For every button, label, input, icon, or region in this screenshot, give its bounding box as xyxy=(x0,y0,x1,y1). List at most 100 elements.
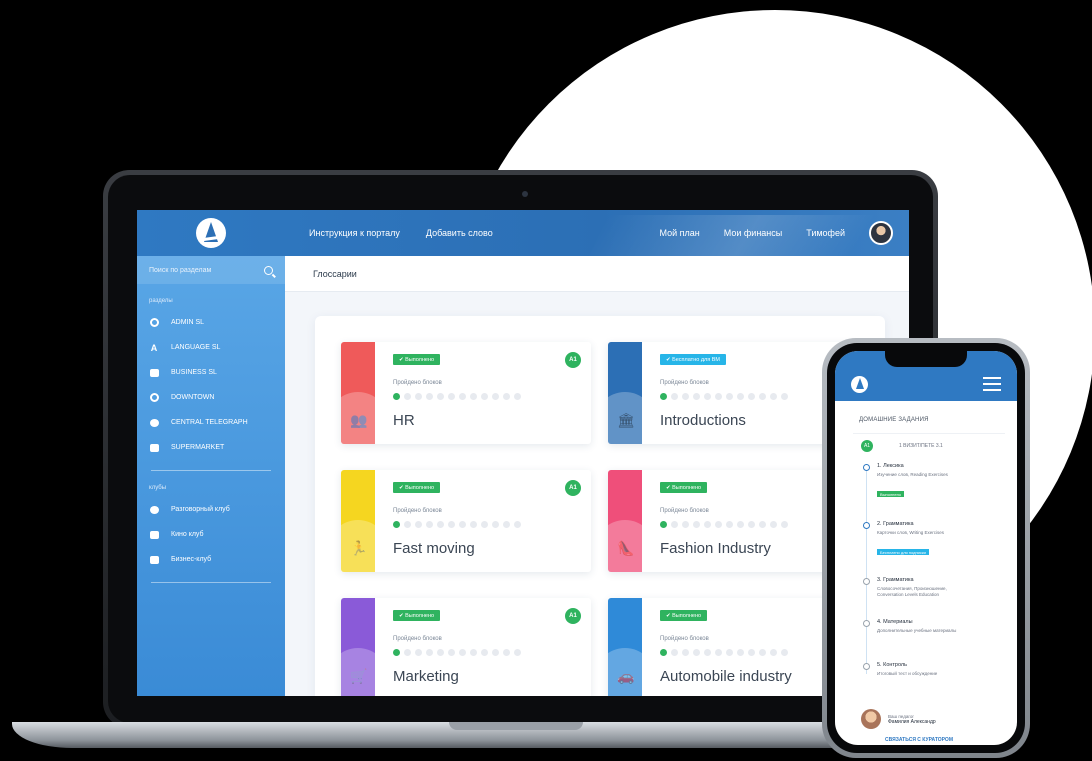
progress-label: Пройдено блоков xyxy=(393,508,442,514)
progress-dot xyxy=(737,393,744,400)
nav-link-finances[interactable]: Мои финансы xyxy=(724,228,782,238)
progress-dot xyxy=(748,649,755,656)
progress-dot xyxy=(459,649,466,656)
sidebar-item-language-sl[interactable]: A LANGUAGE SL xyxy=(137,335,285,360)
progress-dot xyxy=(671,649,678,656)
step-title: 5. Контроль xyxy=(877,662,908,668)
progress-dot xyxy=(426,649,433,656)
search-icon[interactable] xyxy=(264,265,273,275)
progress-dot xyxy=(726,521,733,528)
status-badge: ✔ Выполнено xyxy=(660,482,708,493)
people-icon: 👥 xyxy=(350,412,368,428)
car-icon: 🚗 xyxy=(617,668,635,684)
card-title: Fashion Industry xyxy=(660,540,771,557)
progress-label: Пройдено блоков xyxy=(393,636,442,642)
timeline-dot xyxy=(863,663,870,670)
step-text: Карточки слов, Writing Exercises xyxy=(877,530,945,535)
progress-dot xyxy=(393,393,400,400)
glossary-card-marketing[interactable]: 🛒 ✔ Выполнено A1 Пройдено блоков Marketi… xyxy=(341,598,591,696)
level-badge: A1 xyxy=(565,352,581,368)
progress-dot xyxy=(437,393,444,400)
progress-dot xyxy=(470,521,477,528)
teacher-info: Ваш педагог Фамилия Александр xyxy=(861,709,936,729)
sidebar-item-business-club[interactable]: Бизнес-клуб xyxy=(137,547,285,572)
nav-link-instructions[interactable]: Инструкция к порталу xyxy=(309,228,400,238)
progress-dot xyxy=(715,649,722,656)
step-title: 4. Материалы xyxy=(877,619,913,625)
step-text: Итоговый тест и обсуждение xyxy=(877,671,938,676)
progress-dot xyxy=(781,393,788,400)
progress-dot xyxy=(459,521,466,528)
progress-dot xyxy=(726,393,733,400)
basket-icon xyxy=(149,443,159,453)
progress-dot xyxy=(393,649,400,656)
teacher-name: Фамилия Александр xyxy=(888,718,936,725)
avatar[interactable] xyxy=(869,221,893,245)
progress-dot xyxy=(481,393,488,400)
timeline-line xyxy=(866,464,867,674)
progress-dot xyxy=(459,393,466,400)
glossary-card-hr[interactable]: 👥 ✔ Выполнено A1 Пройдено блоков HR xyxy=(341,342,591,444)
user-name[interactable]: Тимофей xyxy=(806,228,845,238)
group-icon xyxy=(149,555,159,565)
sidebar-item-supermarket[interactable]: SUPERMARKET xyxy=(137,435,285,460)
timeline-dot xyxy=(863,620,870,627)
sections-label: разделы xyxy=(149,298,173,304)
progress-dot xyxy=(448,393,455,400)
homework-subtitle: 1 ВИЗИТ/ПЕТЕ 3.1 xyxy=(899,443,943,449)
chat-icon xyxy=(149,418,159,428)
logo[interactable] xyxy=(137,210,285,256)
nav-link-my-plan[interactable]: Мой план xyxy=(660,228,700,238)
status-badge: ✔ Бесплатно для ВМ xyxy=(660,354,726,365)
homework-level-badge: A1 xyxy=(861,440,873,452)
sidebar-item-label: Кино клуб xyxy=(171,531,204,538)
progress-dot xyxy=(660,649,667,656)
sidebar-item-admin-sl[interactable]: ADMIN SL xyxy=(137,310,285,335)
sidebar-item-label: CENTRAL TELEGRAPH xyxy=(171,419,248,426)
step-tag: Бесплатно для подписки xyxy=(877,549,929,555)
step-text: Дополнительные учебные материалы xyxy=(877,628,957,633)
progress-dot xyxy=(759,649,766,656)
progress-dot xyxy=(660,521,667,528)
nav-link-add-word[interactable]: Добавить слово xyxy=(426,228,493,238)
search-input[interactable]: Поиск по разделам xyxy=(137,256,285,284)
status-badge: ✔ Выполнено xyxy=(393,610,441,621)
progress-dot xyxy=(671,521,678,528)
progress-dot xyxy=(682,393,689,400)
progress-dot xyxy=(503,649,510,656)
logo-icon[interactable] xyxy=(851,376,868,393)
progress-dots xyxy=(393,649,521,656)
briefcase-icon xyxy=(149,368,159,378)
sidebar-item-movie-club[interactable]: Кино клуб xyxy=(137,522,285,547)
glossary-card-fashion-industry[interactable]: 👠 ✔ Выполнено Пройдено блоков Fashion In… xyxy=(608,470,858,572)
sidebar-item-downtown[interactable]: DOWNTOWN xyxy=(137,385,285,410)
speech-icon xyxy=(149,505,159,515)
glossary-card-introductions[interactable]: 🏛 ✔ Бесплатно для ВМ Пройдено блоков Int… xyxy=(608,342,858,444)
step-tag: Выполнено xyxy=(877,491,905,497)
glossary-card-fast-moving[interactable]: 🏃 ✔ Выполнено A1 Пройдено блоков Fast mo… xyxy=(341,470,591,572)
menu-icon[interactable] xyxy=(983,377,1001,391)
progress-dot xyxy=(693,521,700,528)
progress-dot xyxy=(748,393,755,400)
camera-icon xyxy=(149,530,159,540)
sidebar-item-label: LANGUAGE SL xyxy=(171,344,221,351)
progress-dot xyxy=(726,649,733,656)
card-title: Introductions xyxy=(660,412,746,429)
progress-dot xyxy=(514,649,521,656)
laptop-hinge-notch xyxy=(449,722,583,730)
timeline-dot xyxy=(863,464,870,471)
progress-dot xyxy=(426,521,433,528)
sidebar-item-label: BUSINESS SL xyxy=(171,369,217,376)
bank-icon: 🏛 xyxy=(617,412,635,428)
camera-icon xyxy=(522,191,528,197)
sidebar-item-central-telegraph[interactable]: CENTRAL TELEGRAPH xyxy=(137,410,285,435)
progress-dot xyxy=(781,649,788,656)
progress-dot xyxy=(492,521,499,528)
card-title: HR xyxy=(393,412,415,429)
sidebar-item-speaking-club[interactable]: Разговорный клуб xyxy=(137,497,285,522)
sidebar-item-business-sl[interactable]: BUSINESS SL xyxy=(137,360,285,385)
progress-dot xyxy=(415,393,422,400)
progress-dot xyxy=(770,649,777,656)
contact-curator-link[interactable]: СВЯЗАТЬСЯ С КУРАТОРОМ xyxy=(885,737,953,743)
glossary-card-automobile-industry[interactable]: 🚗 ✔ Выполнено Пройдено блоков Automobile… xyxy=(608,598,858,696)
